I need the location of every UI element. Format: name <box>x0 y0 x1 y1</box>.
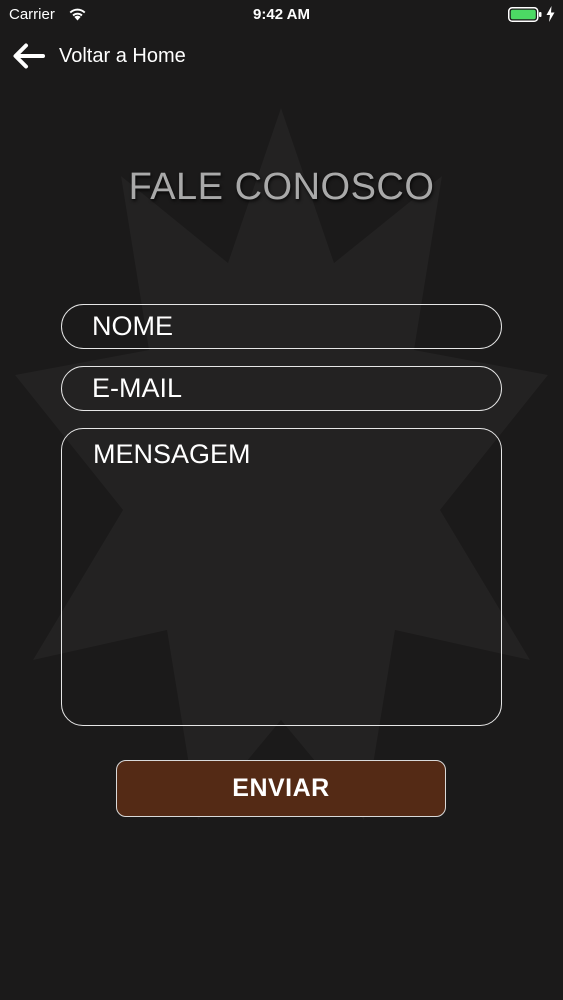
battery-icon <box>508 7 542 22</box>
status-bar: Carrier 9:42 AM <box>0 0 563 30</box>
message-field[interactable] <box>61 428 502 726</box>
submit-button[interactable]: ENVIAR <box>116 760 446 817</box>
name-field[interactable] <box>61 304 502 349</box>
email-field[interactable] <box>61 366 502 411</box>
arrow-left-icon <box>13 43 45 69</box>
back-label: Voltar a Home <box>59 44 186 67</box>
status-time: 9:42 AM <box>253 6 310 23</box>
back-to-home-button[interactable]: Voltar a Home <box>12 40 186 72</box>
charging-bolt-icon <box>546 6 555 22</box>
page-title: FALE CONOSCO <box>128 166 435 208</box>
